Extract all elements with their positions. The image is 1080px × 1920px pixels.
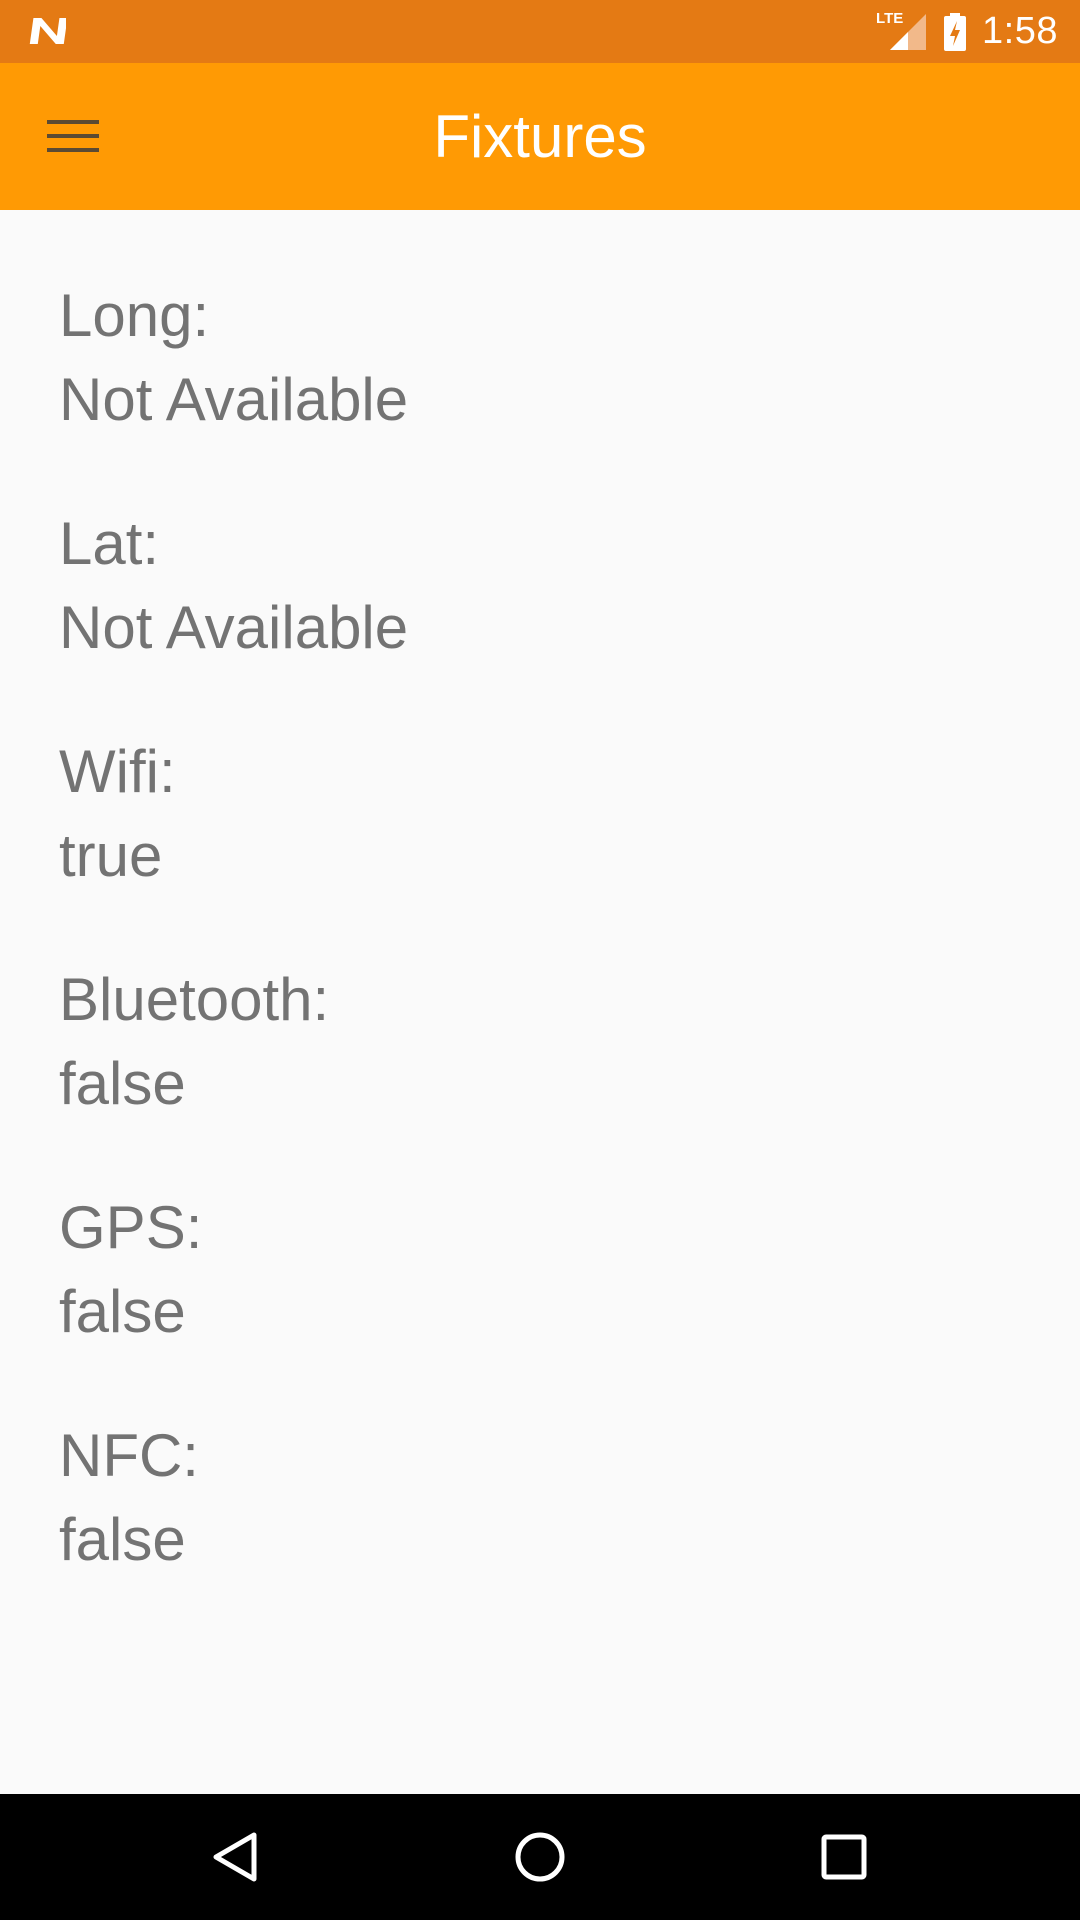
field-lat: Lat: Not Available bbox=[59, 502, 408, 670]
back-button[interactable] bbox=[196, 1817, 276, 1897]
field-value: true bbox=[59, 822, 163, 889]
menu-button[interactable] bbox=[38, 101, 108, 171]
field-gps: GPS: false bbox=[59, 1186, 202, 1354]
field-label: NFC: bbox=[59, 1422, 199, 1489]
hamburger-menu-icon bbox=[47, 120, 99, 152]
n-notification-icon bbox=[28, 14, 68, 48]
page-title: Fixtures bbox=[433, 103, 647, 170]
field-label: Lat: bbox=[59, 510, 160, 577]
lte-signal-icon: LTE bbox=[876, 9, 928, 52]
field-bluetooth: Bluetooth: false bbox=[59, 958, 329, 1126]
home-icon bbox=[515, 1832, 565, 1882]
home-button[interactable] bbox=[500, 1817, 580, 1897]
network-type-label: LTE bbox=[876, 9, 904, 27]
battery-charging-icon bbox=[942, 12, 968, 52]
field-value: false bbox=[59, 1506, 186, 1573]
status-icons: LTE 1:58 bbox=[876, 0, 1058, 63]
field-value: false bbox=[59, 1050, 186, 1117]
field-label: Long: bbox=[59, 282, 210, 349]
status-time: 1:58 bbox=[982, 10, 1058, 52]
system-nav-bar bbox=[0, 1794, 1080, 1920]
field-value: false bbox=[59, 1278, 186, 1345]
field-value: Not Available bbox=[59, 594, 409, 661]
field-label: Bluetooth: bbox=[59, 966, 330, 1033]
field-nfc: NFC: false bbox=[59, 1414, 199, 1582]
recents-button[interactable] bbox=[804, 1817, 884, 1897]
back-icon bbox=[213, 1832, 257, 1882]
field-value: Not Available bbox=[59, 366, 409, 433]
field-label: Wifi: bbox=[59, 738, 176, 805]
field-label: GPS: bbox=[59, 1194, 203, 1261]
status-bar: LTE 1:58 bbox=[0, 0, 1080, 63]
app-bar: Fixtures bbox=[0, 63, 1080, 210]
recents-icon bbox=[821, 1834, 867, 1880]
field-wifi: Wifi: true bbox=[59, 730, 176, 898]
field-long: Long: Not Available bbox=[59, 274, 408, 442]
fixtures-content: Long: Not Available Lat: Not Available W… bbox=[0, 210, 1080, 1794]
